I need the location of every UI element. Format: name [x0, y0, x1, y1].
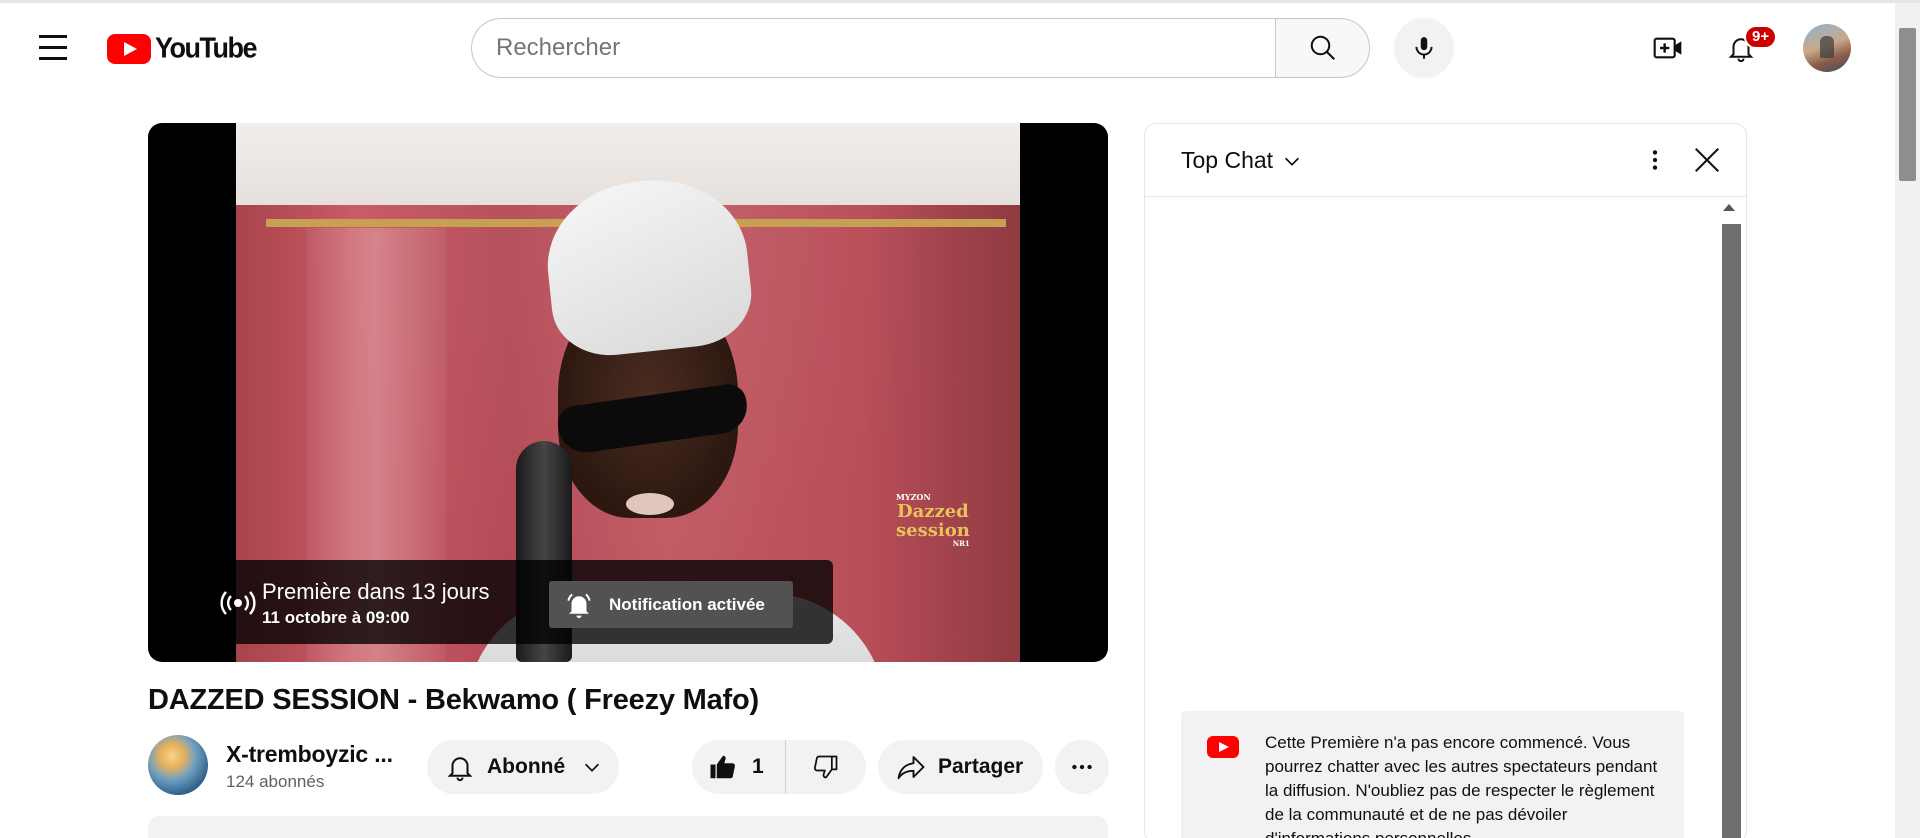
create-button[interactable] — [1647, 27, 1689, 69]
youtube-logo[interactable]: YouTube — [107, 32, 257, 64]
channel-avatar[interactable] — [148, 735, 208, 795]
chevron-down-icon — [585, 763, 600, 772]
live-broadcast-icon — [220, 591, 256, 615]
menu-icon[interactable] — [33, 27, 73, 67]
more-vertical-icon — [1652, 150, 1658, 170]
notification-active-button[interactable]: Notification activée — [549, 581, 793, 628]
live-chat-panel: Top Chat Cette Première n'a pas encore c… — [1144, 123, 1747, 838]
subscriber-count: 124 abonnés — [226, 772, 325, 791]
dislike-button[interactable] — [786, 740, 866, 794]
voice-search-button[interactable] — [1394, 18, 1454, 78]
subscribe-button[interactable]: Abonné — [427, 740, 619, 794]
close-icon — [1695, 148, 1719, 172]
microphone-icon — [1415, 37, 1433, 59]
notification-badge: 9+ — [1744, 25, 1778, 49]
chat-premiere-notice: Cette Première n'a pas encore commencé. … — [1181, 711, 1684, 838]
more-actions-button[interactable] — [1055, 740, 1109, 794]
channel-name[interactable]: X-tremboyzic ... — [226, 741, 393, 768]
search-icon — [1310, 35, 1335, 60]
youtube-logo-icon — [1207, 736, 1239, 758]
video-title: DAZZED SESSION - Bekwamo ( Freezy Mafo) — [148, 684, 759, 716]
chat-more-button[interactable] — [1637, 142, 1673, 178]
like-dislike-group: 1 — [692, 740, 866, 794]
create-video-icon — [1653, 37, 1682, 59]
masthead: YouTube 9+ — [0, 3, 1895, 87]
share-arrow-icon — [897, 756, 925, 780]
chat-header: Top Chat — [1145, 124, 1746, 197]
description-box[interactable] — [148, 816, 1108, 838]
premiere-date: 11 octobre à 09:00 — [262, 608, 410, 627]
like-button[interactable]: 1 — [692, 740, 786, 794]
video-player[interactable]: MYZON Dazzed session NR1 Première dans 13 j… — [148, 123, 1108, 662]
like-count: 1 — [752, 755, 764, 778]
chat-mode-label: Top Chat — [1181, 147, 1274, 173]
chat-mode-dropdown[interactable]: Top Chat — [1181, 147, 1303, 174]
chat-scrollbar[interactable] — [1722, 224, 1741, 838]
premiere-countdown: Première dans 13 jours — [262, 579, 490, 604]
bell-ringing-icon — [563, 589, 595, 621]
notification-active-label: Notification activée — [609, 594, 765, 614]
dazzed-session-watermark: MYZON Dazzed session NR1 — [896, 492, 970, 548]
chat-notice-text: Cette Première n'a pas encore commencé. … — [1265, 733, 1658, 838]
search-button[interactable] — [1275, 18, 1370, 78]
more-horizontal-icon — [1072, 764, 1092, 770]
chat-close-button[interactable] — [1685, 138, 1729, 182]
thumb-down-icon — [814, 755, 838, 779]
subscribe-label: Abonné — [487, 755, 566, 778]
thumb-up-icon — [710, 755, 735, 779]
youtube-logo-icon — [107, 33, 151, 64]
share-label: Partager — [938, 755, 1024, 778]
bell-icon — [447, 757, 473, 782]
chevron-down-icon — [1285, 157, 1300, 166]
user-avatar[interactable] — [1803, 24, 1851, 72]
share-button[interactable]: Partager — [878, 740, 1043, 794]
search-bar — [471, 18, 1370, 78]
page-scrollbar-thumb[interactable] — [1899, 28, 1916, 181]
chat-scroll-up-arrow[interactable] — [1723, 204, 1735, 211]
search-input[interactable] — [471, 18, 1275, 78]
logo-wordmark: YouTube — [155, 32, 257, 64]
